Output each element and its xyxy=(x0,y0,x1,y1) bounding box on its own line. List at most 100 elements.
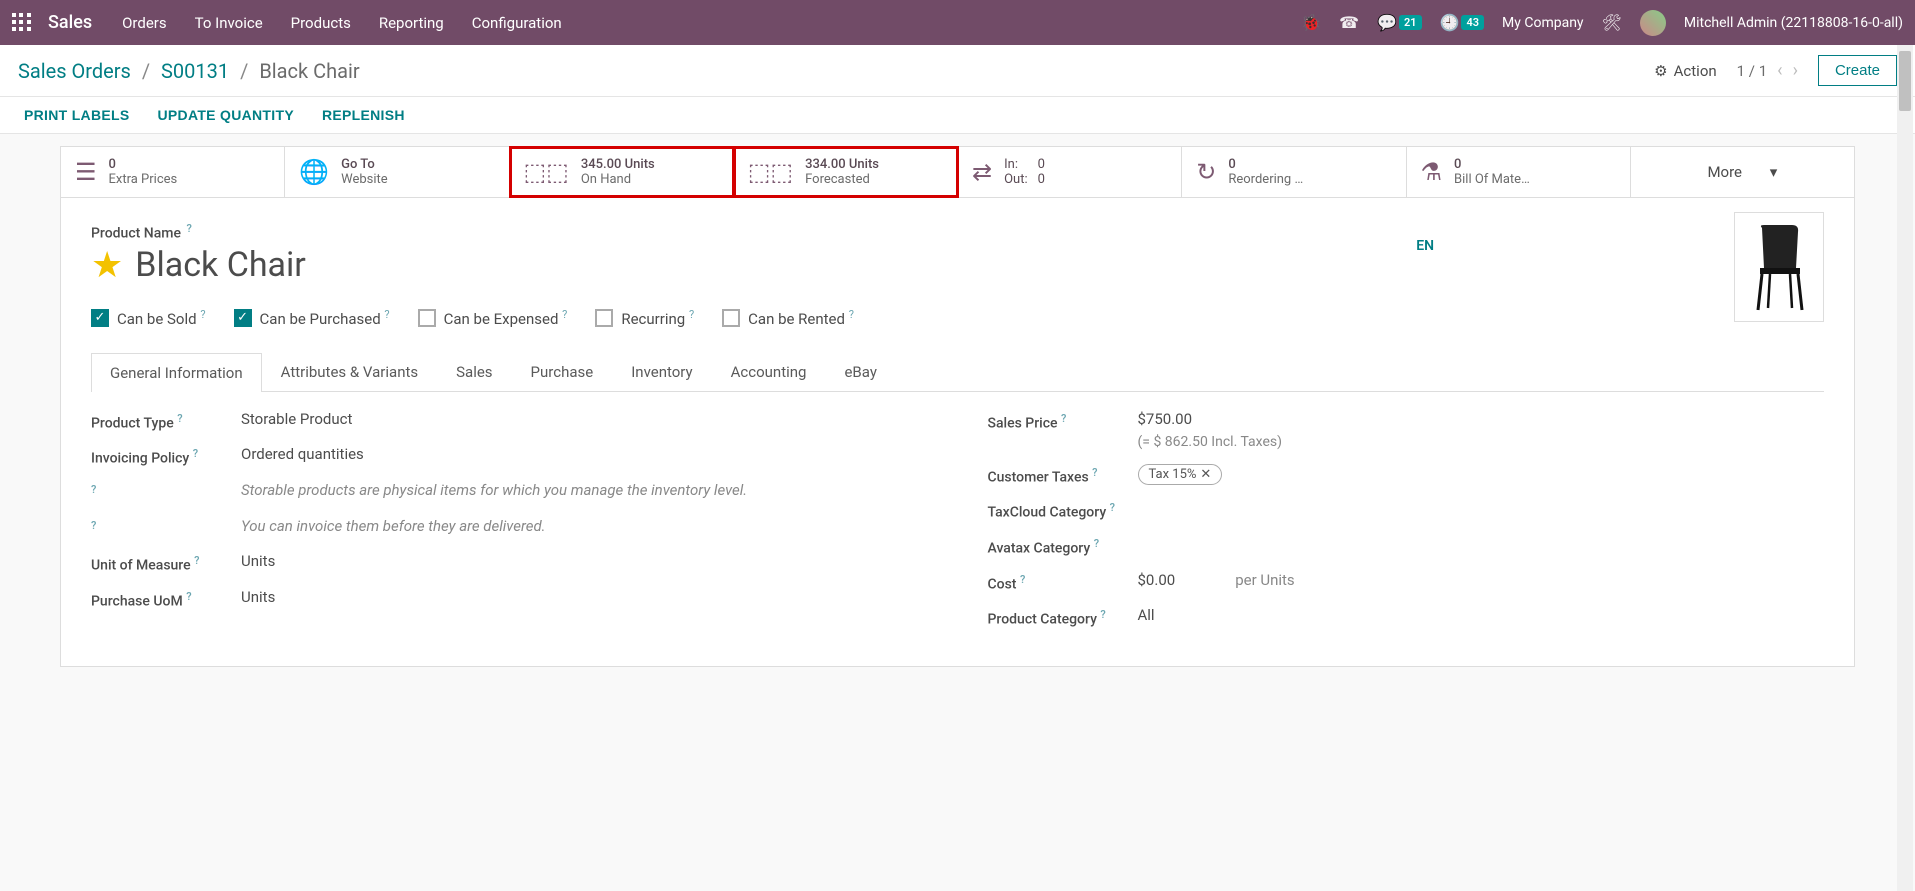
stat-value: 0 xyxy=(1454,157,1530,172)
scrollbar[interactable] xyxy=(1897,45,1913,891)
avatar[interactable] xyxy=(1640,10,1666,36)
product-flags: ✓Can be Sold ? ✓Can be Purchased ? Can b… xyxy=(91,308,1824,328)
sales-price-incl: (= $ 862.50 Incl. Taxes) xyxy=(1138,434,1825,450)
brand[interactable]: Sales xyxy=(48,12,92,33)
globe-icon: 🌐 xyxy=(299,158,329,186)
nav-reporting[interactable]: Reporting xyxy=(379,14,444,32)
print-labels-button[interactable]: PRINT LABELS xyxy=(24,107,130,123)
product-category-value[interactable]: All xyxy=(1138,606,1825,624)
activities-button[interactable]: 🕘43 xyxy=(1440,13,1485,32)
stat-value: 0 xyxy=(1228,157,1303,172)
in-label: In: xyxy=(1004,157,1028,172)
tab-ebay[interactable]: eBay xyxy=(825,352,895,391)
uom-value[interactable]: Units xyxy=(241,552,928,570)
stat-reordering[interactable]: ↻ 0Reordering … xyxy=(1182,147,1406,197)
in-value: 0 xyxy=(1038,157,1045,172)
stat-in-out[interactable]: ⇄ In:0 Out:0 xyxy=(958,147,1182,197)
clock-icon: 🕘 xyxy=(1440,13,1460,32)
messages-button[interactable]: 💬21 xyxy=(1377,13,1422,32)
stat-value: 334.00 Units xyxy=(805,157,879,172)
fields-left: Product Type ?Storable Product Invoicing… xyxy=(91,410,928,642)
caret-down-icon: ▾ xyxy=(1770,163,1778,181)
update-quantity-button[interactable]: UPDATE QUANTITY xyxy=(158,107,294,123)
product-type-value[interactable]: Storable Product xyxy=(241,410,928,428)
replenish-button[interactable]: REPLENISH xyxy=(322,107,405,123)
nav-configuration[interactable]: Configuration xyxy=(472,14,562,32)
stat-value: Go To xyxy=(341,157,388,172)
breadcrumb-mid[interactable]: S00131 xyxy=(161,59,229,83)
can-be-expensed-checkbox[interactable]: Can be Expensed ? xyxy=(418,308,568,328)
gear-icon: ⚙ xyxy=(1654,62,1667,80)
form-sheet: Product Name ? ★ Black Chair EN ✓Can be … xyxy=(60,198,1855,667)
chair-icon xyxy=(1744,220,1814,315)
product-name[interactable]: Black Chair xyxy=(135,245,306,285)
tab-attributes-variants[interactable]: Attributes & Variants xyxy=(262,352,437,391)
close-icon[interactable]: ✕ xyxy=(1200,467,1211,482)
taxcloud-label: TaxCloud Category xyxy=(988,505,1107,521)
favorite-star-icon[interactable]: ★ xyxy=(91,244,123,286)
pager-text[interactable]: 1 / 1 xyxy=(1737,62,1768,80)
purchase-uom-value[interactable]: Units xyxy=(241,588,928,606)
breadcrumb-sep: / xyxy=(142,59,150,83)
cubes-icon: ⬚⬚ xyxy=(748,158,793,186)
more-label: More xyxy=(1707,163,1742,181)
tab-inventory[interactable]: Inventory xyxy=(612,352,711,391)
stat-forecasted[interactable]: ⬚⬚ 334.00 UnitsForecasted xyxy=(734,147,958,197)
control-row: Sales Orders / S00131 / Black Chair ⚙Act… xyxy=(0,45,1915,97)
tab-general-information[interactable]: General Information xyxy=(91,353,262,392)
lang-badge[interactable]: EN xyxy=(1416,238,1434,254)
activities-badge: 43 xyxy=(1461,15,1484,30)
sales-price-value[interactable]: $750.00 xyxy=(1138,410,1193,428)
stat-more[interactable]: More ▾ xyxy=(1631,147,1854,197)
cost-unit: per Units xyxy=(1235,571,1295,589)
product-name-label: Product Name ? xyxy=(91,222,1824,242)
bug-icon[interactable]: 🐞 xyxy=(1301,13,1321,32)
out-label: Out: xyxy=(1004,172,1028,187)
product-image[interactable] xyxy=(1734,212,1824,322)
tab-sales[interactable]: Sales xyxy=(437,352,511,391)
fields: Product Type ?Storable Product Invoicing… xyxy=(91,410,1824,642)
product-category-label: Product Category xyxy=(988,612,1097,628)
tax-chip[interactable]: Tax 15% ✕ xyxy=(1138,464,1223,485)
stat-label: Bill Of Mate… xyxy=(1454,172,1530,187)
nav-orders[interactable]: Orders xyxy=(122,14,167,32)
invoicing-policy-value[interactable]: Ordered quantities xyxy=(241,445,928,463)
content: ☰ 0Extra Prices 🌐 Go ToWebsite ⬚⬚ 345.00… xyxy=(0,134,1915,707)
can-be-rented-checkbox[interactable]: Can be Rented ? xyxy=(722,308,854,328)
pager-next[interactable]: › xyxy=(1793,60,1798,81)
avatax-label: Avatax Category xyxy=(988,541,1091,557)
scrollbar-thumb[interactable] xyxy=(1899,51,1911,111)
cost-label: Cost xyxy=(988,576,1017,592)
messages-badge: 21 xyxy=(1399,15,1422,30)
action-menu[interactable]: ⚙Action xyxy=(1654,62,1716,80)
recurring-checkbox[interactable]: Recurring ? xyxy=(595,308,694,328)
company-switcher[interactable]: My Company xyxy=(1502,15,1584,31)
apps-icon[interactable] xyxy=(12,13,32,33)
pager-prev[interactable]: ‹ xyxy=(1777,60,1782,81)
stat-extra-prices[interactable]: ☰ 0Extra Prices xyxy=(61,147,285,197)
pager: 1 / 1 ‹ › xyxy=(1737,60,1798,81)
stat-label: Extra Prices xyxy=(109,172,178,187)
user-menu[interactable]: Mitchell Admin (22118808-16-0-all) xyxy=(1684,15,1903,31)
customer-taxes-label: Customer Taxes xyxy=(988,469,1089,485)
stat-bom[interactable]: ⚗ 0Bill Of Mate… xyxy=(1407,147,1631,197)
nav-to-invoice[interactable]: To Invoice xyxy=(195,14,263,32)
create-button[interactable]: Create xyxy=(1818,55,1897,86)
breadcrumb-root[interactable]: Sales Orders xyxy=(18,59,131,83)
stat-on-hand[interactable]: ⬚⬚ 345.00 UnitsOn Hand xyxy=(510,147,734,197)
nav-right: 🐞 ☎ 💬21 🕘43 My Company 🛠 Mitchell Admin … xyxy=(1301,10,1903,36)
invoicing-policy-label: Invoicing Policy xyxy=(91,451,189,467)
tab-purchase[interactable]: Purchase xyxy=(512,352,613,391)
support-icon[interactable]: ☎ xyxy=(1339,13,1359,32)
can-be-sold-checkbox[interactable]: ✓Can be Sold ? xyxy=(91,308,206,328)
help-text-1: Storable products are physical items for… xyxy=(241,481,928,499)
sales-price-label: Sales Price xyxy=(988,415,1058,431)
tools-icon[interactable]: 🛠 xyxy=(1602,13,1622,32)
cost-value[interactable]: $0.00 xyxy=(1138,571,1176,589)
fields-right: Sales Price ?$750.00(= $ 862.50 Incl. Ta… xyxy=(988,410,1825,642)
can-be-purchased-checkbox[interactable]: ✓Can be Purchased ? xyxy=(234,308,390,328)
tab-accounting[interactable]: Accounting xyxy=(712,352,826,391)
nav-products[interactable]: Products xyxy=(291,14,351,32)
stat-go-to-website[interactable]: 🌐 Go ToWebsite xyxy=(285,147,509,197)
transfer-icon: ⇄ xyxy=(972,158,992,186)
